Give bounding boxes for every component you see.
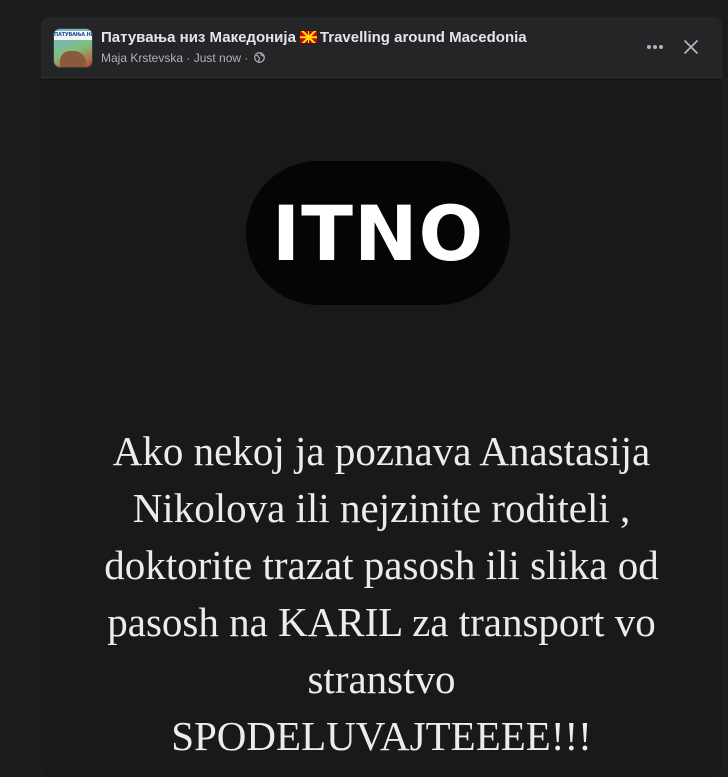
message-line: SPODELUVAJTEEEE!!! [171, 713, 592, 759]
message-line: stranstvo [307, 656, 456, 702]
meta-separator: · [186, 51, 191, 65]
more-dots-icon [647, 45, 663, 49]
image-message: Ako nekoj ja poznava Anastasija Nikolova… [41, 423, 722, 765]
group-name-english[interactable]: Travelling around Macedonia [320, 29, 527, 46]
group-name-link[interactable]: Патувања низ Македонија [101, 29, 296, 46]
urgent-badge: ITNO [246, 161, 510, 305]
post-time[interactable]: Just now [194, 51, 241, 65]
author-name[interactable]: Maja Krstevska [101, 51, 183, 65]
avatar-image-shape [60, 51, 86, 67]
avatar-label: ПАТУВАЊА НИЗ МАКЕДОНИЈА [54, 31, 92, 40]
more-options-button[interactable] [639, 33, 671, 61]
post-meta: Maja Krstevska · Just now · [101, 51, 265, 65]
post-image[interactable]: ITNO Ako nekoj ja poznava Anastasija Nik… [41, 77, 722, 777]
message-line: doktorite trazat pasosh ili slika od [104, 542, 659, 588]
post-header: ПАТУВАЊА НИЗ МАКЕДОНИЈА Патувања низ Мак… [41, 17, 722, 77]
post-card: ПАТУВАЊА НИЗ МАКЕДОНИЈА Патувања низ Мак… [41, 17, 722, 777]
close-button[interactable] [675, 33, 707, 61]
message-line: Nikolova ili nejzinite roditeli , [132, 485, 631, 531]
close-icon [684, 40, 698, 54]
message-line: Ako nekoj ja poznava Anastasija [112, 428, 651, 474]
macedonia-flag-icon [299, 31, 317, 43]
group-avatar[interactable]: ПАТУВАЊА НИЗ МАКЕДОНИЈА [53, 28, 93, 68]
message-line: pasosh na KARIL za transport vo [107, 599, 656, 645]
post-title: Патувања низ Македонија Travelling aroun… [101, 29, 527, 46]
meta-separator-2: · [244, 51, 249, 65]
urgent-badge-text: ITNO [271, 188, 485, 278]
globe-icon[interactable] [253, 52, 265, 63]
